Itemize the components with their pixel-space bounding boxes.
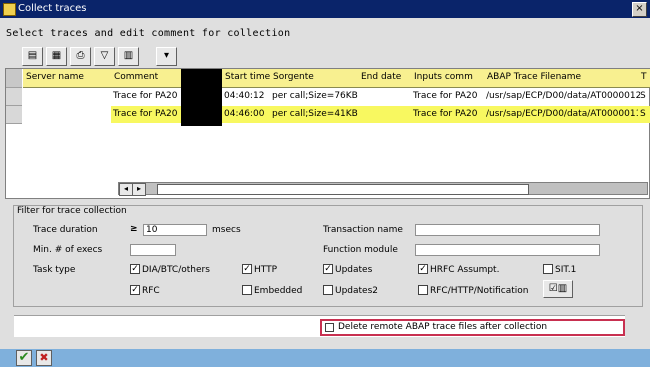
task-rfc-label: RFC	[142, 286, 160, 296]
sorgente-cell: per call;Size=41KB	[270, 106, 360, 123]
redaction-box	[181, 69, 222, 126]
min-execs-input[interactable]	[130, 244, 176, 256]
confirm-icon[interactable]: ✔	[16, 350, 32, 366]
start-time-cell: 04:40:12	[224, 91, 265, 101]
task-hrfc-label: HRFC Assumpt.	[430, 265, 500, 275]
t-cell: S	[640, 91, 646, 101]
task-rfc-http-checkbox[interactable]	[418, 285, 428, 295]
select-all-corner[interactable]	[6, 69, 22, 88]
task-updates-label: Updates	[335, 265, 373, 275]
task-dia-checkbox[interactable]: ✓	[130, 264, 140, 274]
scroll-left-icon[interactable]: ◂	[119, 183, 133, 196]
filter-icon[interactable]: ▽	[94, 47, 115, 66]
row-selector[interactable]	[6, 106, 22, 124]
trace-duration-label: Trace duration	[33, 225, 98, 235]
task-dia-label: DIA/BTC/others	[142, 265, 210, 275]
task-hrfc-checkbox[interactable]: ✓	[418, 264, 428, 274]
col-t[interactable]: T	[638, 69, 650, 88]
col-comment[interactable]: Comment	[111, 69, 185, 88]
trace-duration-unit: msecs	[212, 225, 241, 235]
task-rfc-http-label: RFC/HTTP/Notification	[430, 286, 529, 296]
alv-toolbar: ▤ ▦ ⎙ ▽ ▥ ▾	[22, 47, 177, 67]
col-end-date[interactable]: End date	[358, 69, 415, 88]
task-sit-checkbox[interactable]	[543, 264, 553, 274]
task-updates2-checkbox[interactable]	[323, 285, 333, 295]
dialog-caption: Select traces and edit comment for colle…	[6, 28, 291, 39]
window-title: Collect traces	[18, 3, 87, 14]
inputs-cell: Trace for PA20	[413, 91, 478, 101]
inputs-cell: Trace for PA20	[411, 106, 486, 123]
task-http-label: HTTP	[254, 265, 278, 275]
col-start-time[interactable]: Start time	[222, 69, 274, 88]
function-module-label: Function module	[323, 245, 398, 255]
t-cell: S	[638, 106, 650, 123]
print-icon[interactable]: ⎙	[70, 47, 91, 66]
task-rfc-checkbox[interactable]: ✓	[130, 285, 140, 295]
task-type-label: Task type	[33, 265, 76, 275]
multi-select-icon[interactable]: ☑▥	[543, 280, 573, 298]
window-titlebar: Collect traces ×	[0, 0, 650, 18]
task-http-checkbox[interactable]: ✓	[242, 264, 252, 274]
start-time-cell: 04:46:00	[222, 106, 272, 123]
task-embedded-label: Embedded	[254, 286, 303, 296]
filename-cell: /usr/sap/ECP/D00/data/AT0000012	[486, 91, 640, 101]
horizontal-scrollbar[interactable]: ◂ ▸	[118, 182, 648, 196]
window-icon	[3, 3, 16, 16]
columns-icon[interactable]: ▥	[118, 47, 139, 66]
col-abap-trace-filename[interactable]: ABAP Trace Filename	[484, 69, 642, 88]
cancel-icon[interactable]: ✖	[36, 350, 52, 366]
comment-cell[interactable]: Trace for PA20	[111, 88, 183, 105]
col-inputs-comm[interactable]: Inputs comm	[411, 69, 488, 88]
trace-duration-input[interactable]: 10	[143, 224, 207, 236]
end-date-cell	[358, 88, 413, 105]
details-icon[interactable]: ▤	[22, 47, 43, 66]
function-module-input[interactable]	[415, 244, 600, 256]
trace-duration-operator[interactable]: ≥	[130, 224, 138, 234]
delete-checkbox-icon[interactable]	[325, 323, 334, 332]
select-all-icon[interactable]: ▦	[46, 47, 67, 66]
task-sit-label: SIT.1	[555, 265, 577, 275]
server-name-cell[interactable]	[23, 88, 113, 105]
filename-cell: /usr/sap/ECP/D00/data/AT0000011	[484, 106, 640, 123]
close-icon[interactable]: ×	[632, 2, 647, 17]
settings-icon[interactable]: ▾	[156, 47, 177, 66]
delete-remote-files-checkbox[interactable]: Delete remote ABAP trace files after col…	[320, 319, 625, 336]
transaction-name-label: Transaction name	[323, 225, 403, 235]
row-selector[interactable]	[6, 88, 22, 106]
sorgente-cell: per call;Size=76KB	[272, 91, 358, 101]
dialog-button-bar	[0, 349, 650, 367]
transaction-name-input[interactable]	[415, 224, 600, 236]
filter-title: Filter for trace collection	[17, 206, 127, 216]
server-name-cell[interactable]	[23, 106, 113, 123]
task-updates2-label: Updates2	[335, 286, 379, 296]
delete-option-label: Delete remote ABAP trace files after col…	[338, 322, 548, 332]
end-date-cell	[358, 106, 413, 123]
scroll-right-icon[interactable]: ▸	[132, 183, 146, 196]
task-updates-checkbox[interactable]: ✓	[323, 264, 333, 274]
task-embedded-checkbox[interactable]	[242, 285, 252, 295]
comment-cell[interactable]: Trace for PA20	[111, 106, 183, 123]
col-server-name[interactable]: Server name	[23, 69, 115, 88]
col-sorgente[interactable]: Sorgente	[270, 69, 362, 88]
scroll-thumb[interactable]	[157, 184, 529, 195]
min-execs-label: Min. # of execs	[33, 245, 103, 255]
trace-table: Server name Comment Start time Sorgente …	[5, 68, 650, 199]
